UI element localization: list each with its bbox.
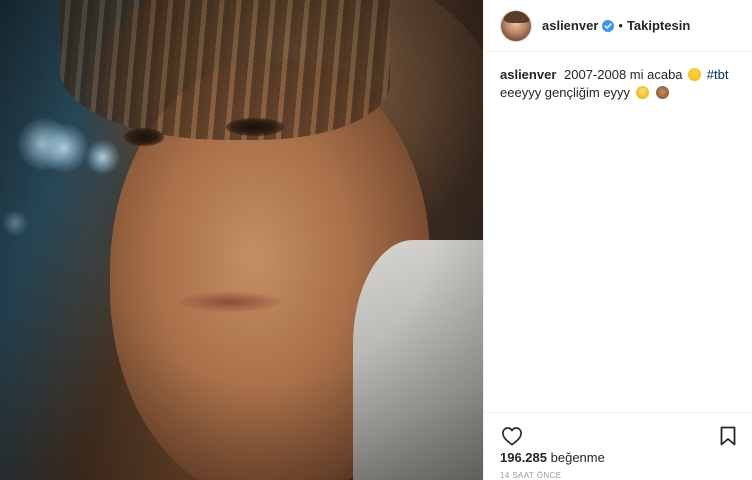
caption-username-link[interactable]: aslienver [500,67,556,82]
vignette [0,0,483,480]
grinning-face-emoji [635,86,649,99]
likes-count[interactable]: 196.285 beğenme [500,450,605,465]
thinking-face-emoji [688,68,702,81]
verified-badge-icon [602,19,615,32]
username-link[interactable]: aslienver [542,18,598,33]
caption-text: eeeyyy gençliğim eyyy [500,85,631,100]
post-photo[interactable] [0,0,483,480]
action-bar [484,412,752,450]
avatar[interactable] [500,9,532,42]
likes-label: beğenme [550,450,605,465]
hashtag-link[interactable]: #tbt [707,67,729,82]
caption: aslienver 2007-2008 mi acaba #tbt eeeyyy… [484,52,752,102]
bookmark-icon[interactable] [716,424,740,448]
post-sidebar: aslienver • Takiptesin aslienver 2007-20… [483,0,752,480]
follow-status-button[interactable]: Takiptesin [627,18,690,33]
post-header: aslienver • Takiptesin [484,0,752,52]
heart-icon[interactable] [500,424,524,448]
post-timestamp[interactable]: 14 SAAT ÖNCE [500,471,561,480]
caption-text: 2007-2008 mi acaba [564,67,683,82]
likes-number: 196.285 [500,450,547,465]
separator-dot: • [618,18,623,33]
see-no-evil-monkey-emoji [656,86,670,99]
